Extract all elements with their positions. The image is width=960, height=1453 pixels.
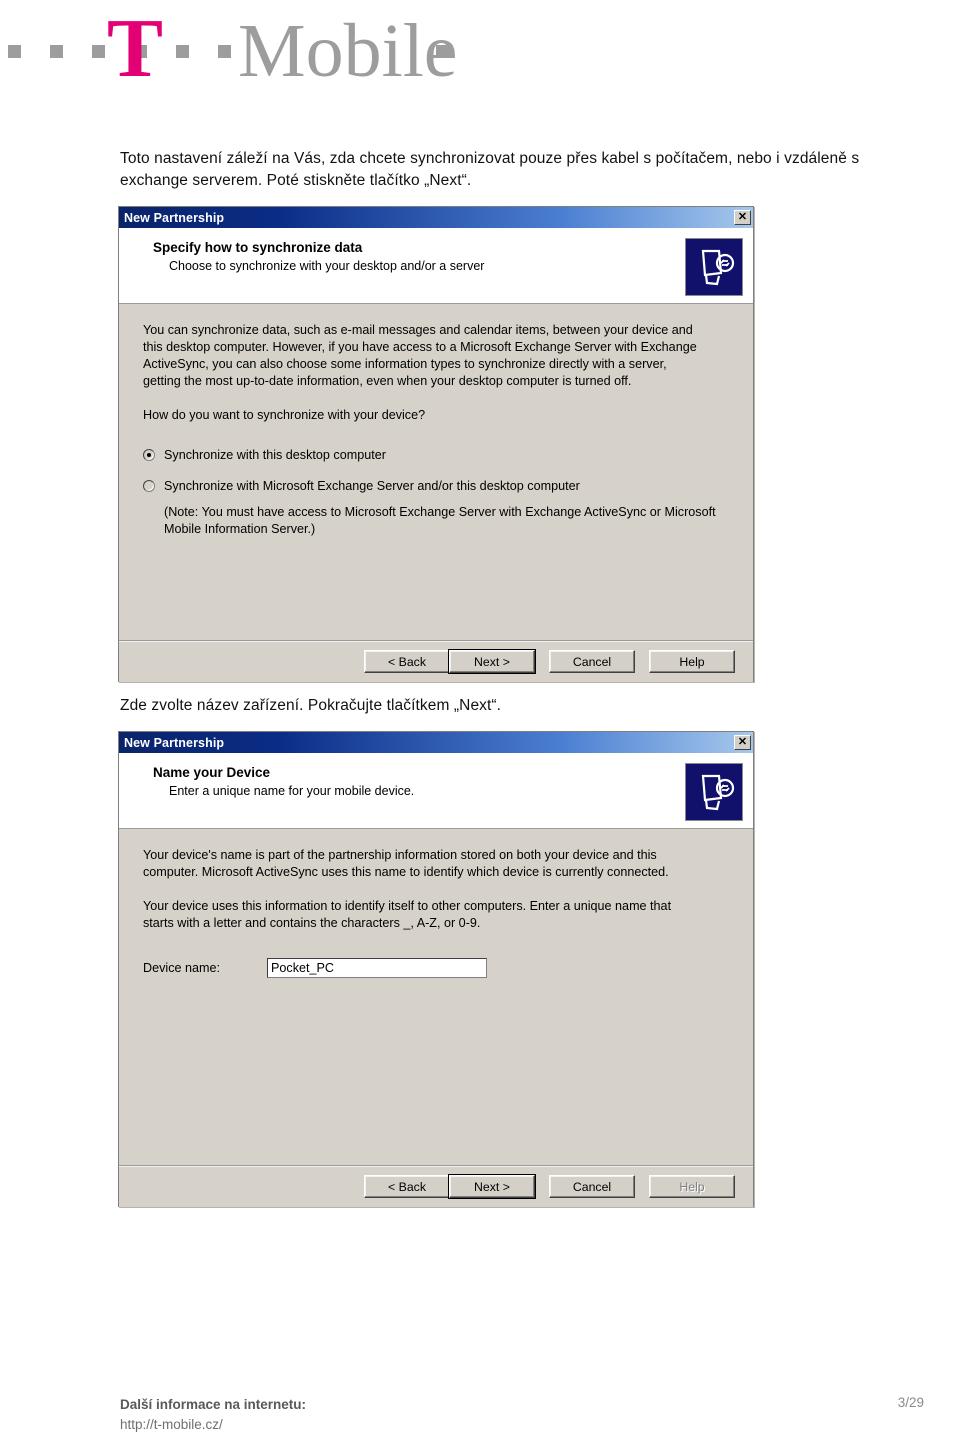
dialog-header: Specify how to synchronize data Choose t…: [119, 228, 753, 304]
footer-info-label: Další informace na internetu:: [120, 1396, 307, 1412]
dialog-title: New Partnership: [124, 735, 225, 750]
footer-url[interactable]: http://t-mobile.cz/: [120, 1415, 306, 1435]
sync-options-group: Synchronize with this desktop computer S…: [143, 447, 731, 538]
instruction-text-sync: Toto nastavení záleží na Vás, zda chcete…: [120, 150, 860, 190]
radio-option-exchange-note: (Note: You must have access to Microsoft…: [164, 505, 716, 536]
help-button: Help: [649, 1175, 735, 1198]
dialog-heading: Name your Device: [153, 765, 271, 780]
back-button[interactable]: < Back: [364, 1175, 450, 1198]
cancel-button[interactable]: Cancel: [549, 1175, 635, 1198]
dialog-title: New Partnership: [124, 210, 225, 225]
radio-option-desktop-label: Synchronize with this desktop computer: [164, 448, 386, 463]
dialog-heading: Specify how to synchronize data: [153, 240, 363, 255]
activesync-device-icon: [685, 238, 743, 296]
device-name-label: Device name:: [143, 960, 220, 975]
radio-unselected-icon[interactable]: [143, 480, 155, 493]
svg-text:T: T: [107, 8, 163, 88]
svg-text:Mobile: Mobile: [238, 9, 458, 88]
close-icon[interactable]: ✕: [734, 210, 751, 225]
device-name-paragraph-1: Your device's name is part of the partne…: [143, 848, 669, 879]
new-partnership-sync-dialog: New Partnership ✕ Specify how to synchro…: [118, 206, 754, 682]
radio-selected-icon[interactable]: [143, 449, 155, 462]
radio-option-desktop[interactable]: Synchronize with this desktop computer: [143, 447, 731, 464]
radio-option-exchange[interactable]: Synchronize with Microsoft Exchange Serv…: [143, 478, 731, 495]
help-button[interactable]: Help: [649, 650, 735, 673]
activesync-device-icon: [685, 763, 743, 821]
dialog-titlebar: New Partnership ✕: [119, 732, 753, 753]
close-icon[interactable]: ✕: [734, 735, 751, 750]
dialog-body: Your device's name is part of the partne…: [119, 829, 753, 1165]
dialog-subheading: Enter a unique name for your mobile devi…: [169, 784, 415, 798]
t-mobile-logo: T Mobile: [0, 8, 520, 88]
page-footer: Další informace na internetu: http://t-m…: [120, 1395, 924, 1436]
instruction-text-device-name: Zde zvolte název zařízení. Pokračujte tl…: [120, 697, 502, 714]
device-name-paragraph-2: Your device uses this information to ide…: [143, 898, 672, 930]
dialog-body: You can synchronize data, such as e-mail…: [119, 304, 753, 640]
dialog-titlebar: New Partnership ✕: [119, 207, 753, 228]
sync-question-paragraph: How do you want to synchronize with your…: [143, 407, 426, 422]
next-button[interactable]: Next >: [448, 649, 536, 674]
device-name-input[interactable]: Pocket_PC: [267, 957, 487, 978]
new-partnership-name-dialog: New Partnership ✕ Name your Device Enter…: [118, 731, 754, 1207]
radio-option-exchange-label: Synchronize with Microsoft Exchange Serv…: [164, 479, 580, 494]
back-button[interactable]: < Back: [364, 650, 450, 673]
device-name-field-row: Device name: Pocket_PC: [143, 957, 731, 978]
dialog-button-bar: < Back Next > Cancel Help: [119, 1165, 753, 1207]
dialog-button-bar: < Back Next > Cancel Help: [119, 640, 753, 682]
dialog-header: Name your Device Enter a unique name for…: [119, 753, 753, 829]
next-button[interactable]: Next >: [448, 1174, 536, 1199]
dialog-subheading: Choose to synchronize with your desktop …: [169, 259, 485, 273]
sync-description-paragraph: You can synchronize data, such as e-mail…: [143, 323, 697, 388]
page-number: 3/29: [897, 1394, 924, 1410]
cancel-button[interactable]: Cancel: [549, 650, 635, 673]
